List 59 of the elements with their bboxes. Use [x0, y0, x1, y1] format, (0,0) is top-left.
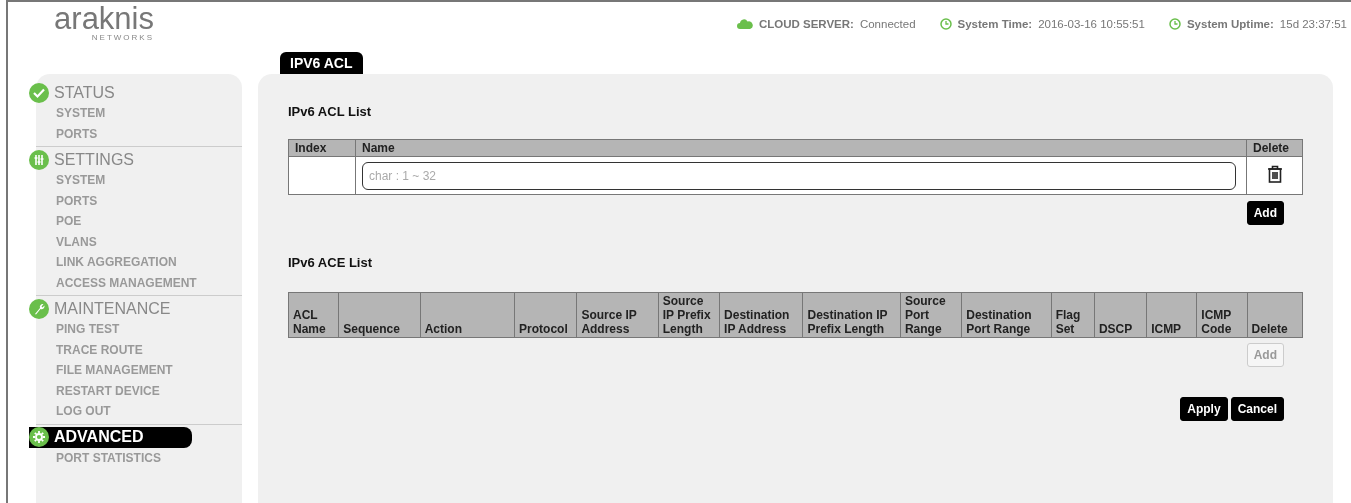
column-header: Source IP Prefix Length	[658, 292, 720, 338]
status-label: System Time:	[957, 18, 1033, 30]
column-header: Protocol	[514, 292, 577, 338]
clock-icon	[1168, 18, 1181, 30]
status-value: 2016-03-16 10:55:51	[1038, 18, 1145, 30]
gear-icon	[29, 427, 49, 447]
wrench-icon	[29, 298, 49, 319]
cancel-button[interactable]: Cancel	[1230, 397, 1284, 421]
column-header: Flag Set	[1051, 292, 1095, 338]
section-title[interactable]: ADVANCED	[54, 428, 144, 446]
sidebar-item[interactable]: SYSTEM	[56, 170, 106, 191]
sidebar-item[interactable]: VLANS	[56, 231, 97, 252]
column-header: ACL Name	[288, 292, 339, 338]
column-header: Sequence	[338, 292, 421, 338]
sidebar-item[interactable]: PING TEST	[56, 319, 120, 340]
column-header: Action	[420, 292, 515, 338]
sidebar-item[interactable]: PORTS	[56, 190, 98, 211]
name-input[interactable]: char : 1 ~ 32	[362, 161, 1236, 190]
sidebar-item[interactable]: FILE MANAGEMENT	[56, 360, 173, 381]
column-header: Destination IP Prefix Length	[802, 292, 901, 338]
araknis-logo: araknis NETWORKS	[54, 2, 154, 42]
column-header: Delete	[1247, 292, 1303, 338]
status-value: Connected	[859, 18, 916, 30]
sidebar-item[interactable]: ACCESS MANAGEMENT	[56, 272, 197, 293]
sidebar-item[interactable]: LOG OUT	[56, 401, 111, 422]
column-header: Destination Port Range	[961, 292, 1052, 338]
column-header: Name	[355, 139, 1247, 157]
clock-icon	[939, 18, 952, 30]
active-section-header[interactable]: ADVANCED	[29, 426, 192, 448]
column-header: Source IP Address	[576, 292, 659, 338]
section-heading: IPv6 ACL List	[288, 104, 373, 119]
column-header: Source Port Range	[900, 292, 962, 338]
check-icon	[29, 82, 49, 103]
status-label: CLOUD SERVER:	[758, 18, 854, 30]
column-header: ICMP	[1146, 292, 1197, 338]
column-header: Destination IP Address	[719, 292, 803, 338]
section-title[interactable]: MAINTENANCE	[54, 299, 171, 318]
section-title[interactable]: STATUS	[54, 83, 115, 102]
sidebar-item[interactable]: PORTS	[56, 123, 98, 144]
sidebar-item[interactable]: TRACE ROUTE	[56, 339, 143, 360]
section-heading: IPv6 ACE List	[288, 255, 374, 270]
column-header: Delete	[1246, 139, 1303, 157]
apply-button[interactable]: Apply	[1180, 397, 1228, 421]
status-value: 15d 23:37:51	[1279, 18, 1347, 30]
status-label: System Uptime:	[1186, 18, 1274, 30]
sidebar-item[interactable]: RESTART DEVICE	[56, 380, 160, 401]
add-button[interactable]: Add	[1246, 201, 1284, 225]
cloud-icon	[736, 19, 753, 29]
sidebar-item[interactable]: POE	[56, 211, 82, 232]
column-header: Index	[288, 139, 356, 157]
column-header: ICMP Code	[1196, 292, 1248, 338]
sidebar-item[interactable]: PORT STATISTICS	[56, 447, 161, 468]
tab[interactable]: IPV6 ACL	[280, 52, 363, 74]
sidebar-item[interactable]: SYSTEM	[56, 103, 106, 124]
section-title[interactable]: SETTINGS	[54, 150, 134, 169]
sliders-icon	[29, 149, 49, 170]
column-header: DSCP	[1094, 292, 1147, 338]
trash-icon[interactable]	[1266, 165, 1283, 183]
sidebar-item[interactable]: LINK AGGREGATION	[56, 252, 177, 273]
